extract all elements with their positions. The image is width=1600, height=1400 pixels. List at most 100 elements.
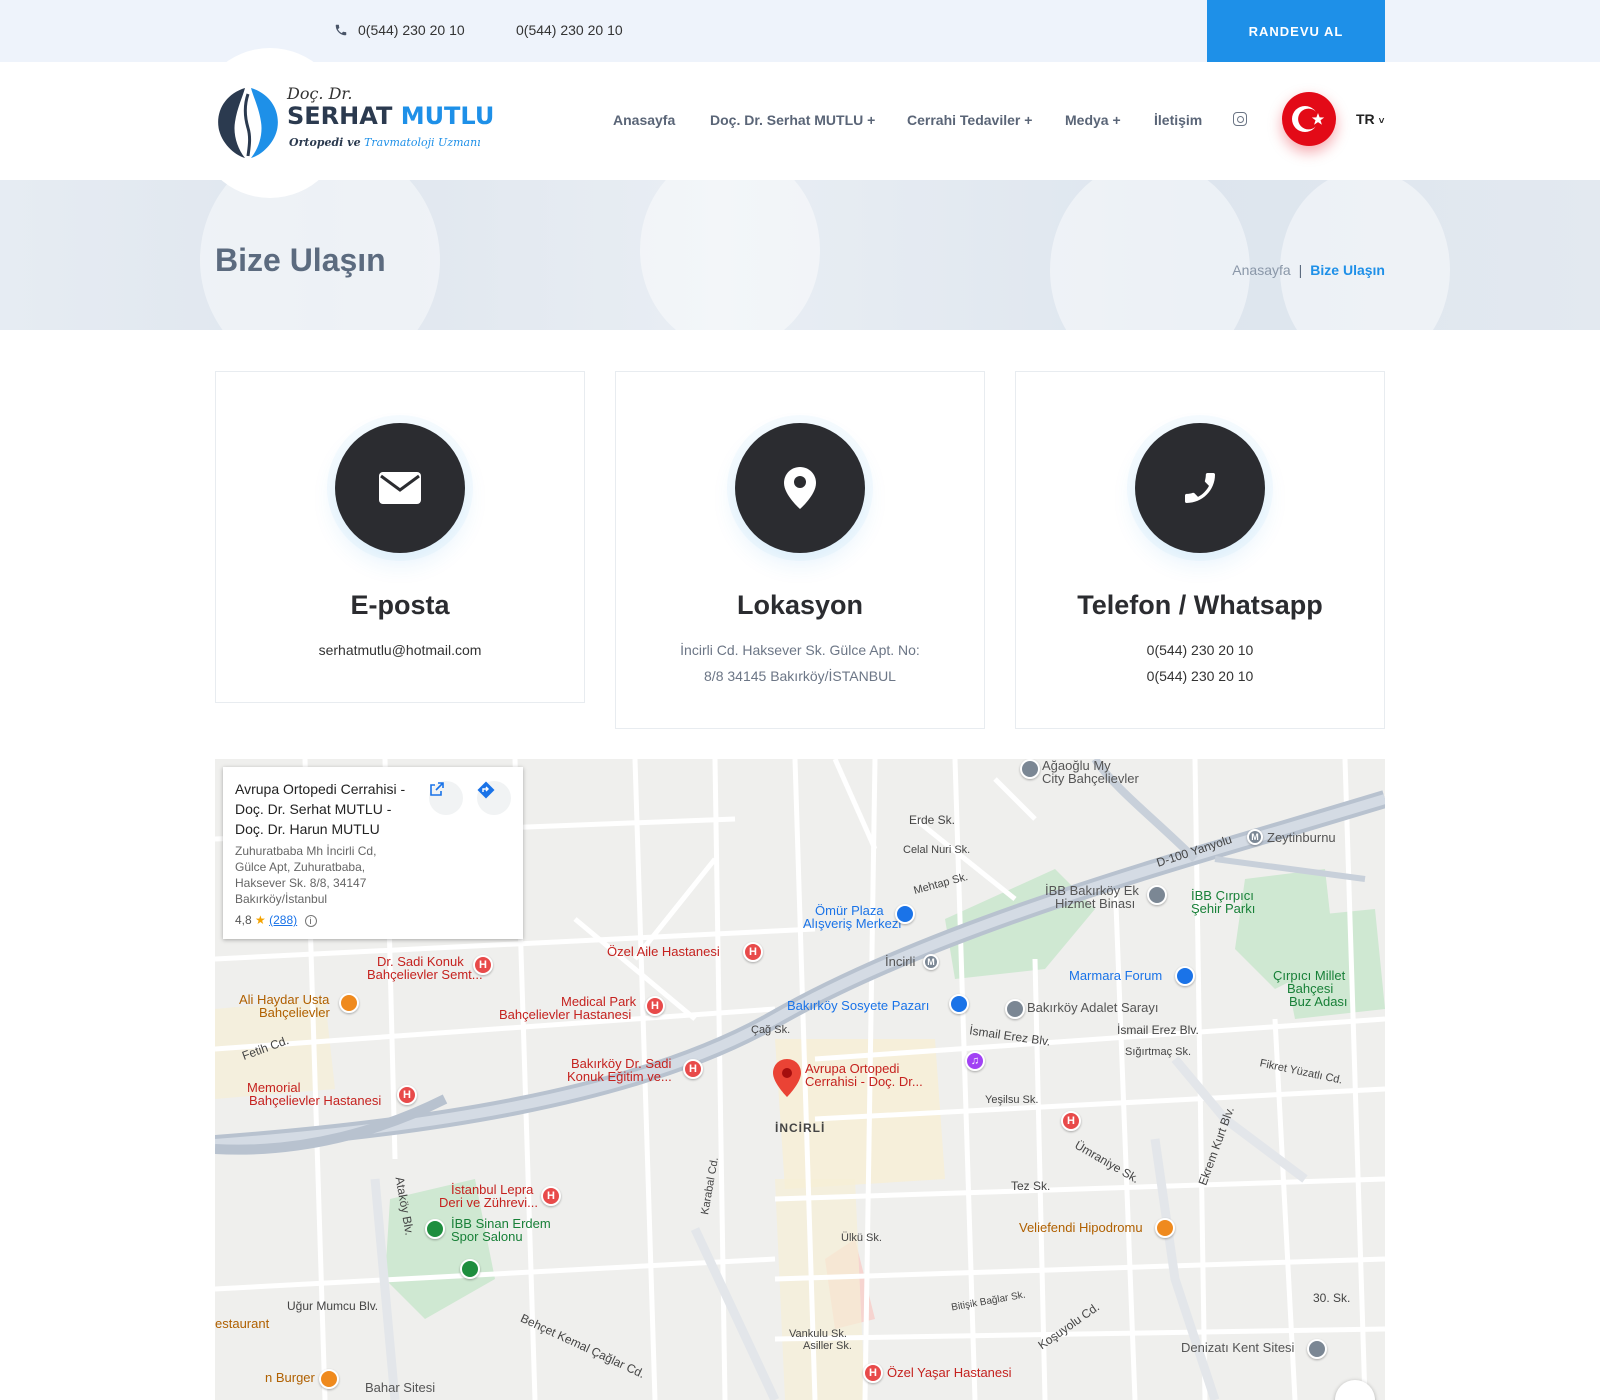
page-banner: Bize Ulaşın Anasayfa | Bize Ulaşın <box>0 180 1600 330</box>
email-address[interactable]: serhatmutlu@hotmail.com <box>216 642 584 658</box>
map-label-sadi-2: Bahçelievler Semt... <box>367 967 483 982</box>
info-icon[interactable]: i <box>304 915 317 927</box>
map-label-omur-2: Alışveriş Merkezi <box>803 916 902 931</box>
open-in-new-icon[interactable] <box>429 781 463 815</box>
location-icon-circle <box>735 423 865 553</box>
map-pin-bakirkoy-sadi[interactable]: H <box>683 1059 703 1079</box>
rating-value: 4,8 <box>235 913 252 927</box>
map-label-adalet: Bakırköy Adalet Sarayı <box>1027 1000 1159 1015</box>
map-label-soyete: Bakırköy Sosyete Pazarı <box>787 998 930 1013</box>
map-label-cirpici-2: Şehir Parkı <box>1191 901 1256 916</box>
map-pin-park[interactable] <box>460 1259 480 1279</box>
topbar-phone-1[interactable]: 0(544) 230 20 10 <box>334 22 465 38</box>
language-selector[interactable]: TR ˅ <box>1356 111 1384 127</box>
breadcrumb: Anasayfa | Bize Ulaşın <box>1232 262 1385 278</box>
phone-icon <box>335 24 347 36</box>
map-label-hipodrom: Veliefendi Hipodromu <box>1019 1220 1143 1235</box>
place-title: Avrupa Ortopedi Cerrahisi - Doç. Dr. Ser… <box>235 781 406 837</box>
map-pin-sadi-konuk[interactable]: H <box>473 955 493 975</box>
email-icon-circle <box>335 423 465 553</box>
map-label-memorial-2: Bahçelievler Hastanesi <box>249 1093 382 1108</box>
map-pin-marmara[interactable] <box>1175 966 1195 986</box>
nav-item-home[interactable]: Anasayfa <box>613 112 675 128</box>
map-pin-hospital[interactable]: H <box>1061 1111 1081 1131</box>
phone-number-1[interactable]: 0(544) 230 20 10 <box>1016 642 1384 658</box>
logo-subtitle-b: Travmatoloji Uzmanı <box>364 136 481 149</box>
breadcrumb-home[interactable]: Anasayfa <box>1232 262 1290 278</box>
map-pin-ozel-aile[interactable]: H <box>743 942 763 962</box>
map-label-bak-sadi-2: Konuk Eğitim ve... <box>567 1069 672 1084</box>
logo-subtitle: Ortopedi ve Travmatoloji Uzmanı <box>289 136 481 149</box>
map-label-ismail-erez-2: İsmail Erez Blv. <box>1117 1023 1199 1037</box>
phone-card: Telefon / Whatsapp 0(544) 230 20 10 0(54… <box>1015 371 1385 729</box>
instagram-icon[interactable] <box>1233 112 1247 126</box>
map-pin-denizati[interactable] <box>1307 1339 1327 1359</box>
map-label-marmara: Marmara Forum <box>1069 968 1163 983</box>
map-label-medpark-2: Bahçelievler Hastanesi <box>499 1007 632 1022</box>
star-icon: ★ <box>255 913 266 927</box>
map-pin-memorial[interactable]: H <box>397 1085 417 1105</box>
map-label-erde: Erde Sk. <box>909 813 956 827</box>
map-label-restaurant: estaurant <box>215 1316 270 1331</box>
envelope-icon <box>379 472 421 504</box>
topbar-phone-2[interactable]: 0(544) 230 20 10 <box>516 22 623 38</box>
appointment-button[interactable]: RANDEVU AL <box>1207 0 1385 62</box>
embedded-map[interactable]: Ağaoğlu My City Bahçelievler Erde Sk. Ce… <box>215 759 1385 1400</box>
review-count-link[interactable]: (288) <box>269 913 297 927</box>
map-label-ibb-ek-2: Hizmet Binası <box>1055 896 1136 911</box>
topbar-phone-1-text: 0(544) 230 20 10 <box>358 22 465 38</box>
map-pin-city[interactable] <box>1020 759 1040 779</box>
map-label-ozel-aile: Özel Aile Hastanesi <box>607 944 720 959</box>
chevron-down-icon: ˅ <box>1378 116 1385 127</box>
map-label-tez: Tez Sk. <box>1011 1179 1051 1193</box>
map-pin-medical-park[interactable]: H <box>645 996 665 1016</box>
map-pin-hipodrom[interactable] <box>1155 1218 1175 1238</box>
map-label-ulku: Ülkü Sk. <box>841 1232 882 1244</box>
logo-prefix: Doç. Dr. <box>287 84 353 103</box>
turkey-flag-icon[interactable] <box>1282 92 1336 146</box>
map-pin-sinan-erdem[interactable] <box>425 1219 445 1239</box>
language-code: TR <box>1356 111 1375 127</box>
map-label-ugur: Uğur Mumcu Blv. <box>287 1299 379 1313</box>
breadcrumb-current: Bize Ulaşın <box>1310 262 1385 278</box>
place-rating: 4,8 ★ (288) i <box>235 913 511 927</box>
nav-item-media[interactable]: Medya + <box>1065 112 1121 128</box>
map-pin-lepra[interactable]: H <box>541 1186 561 1206</box>
map-label-celal: Celal Nuri Sk. <box>903 844 971 856</box>
map-label-cag: Çağ Sk. <box>751 1024 791 1036</box>
map-label-zeytinburnu: Zeytinburnu <box>1267 830 1336 845</box>
location-address-line-1: İncirli Cd. Haksever Sk. Gülce Apt. No: <box>680 642 920 658</box>
map-pin-soyete[interactable] <box>949 994 969 1014</box>
nav-item-contact[interactable]: İletişim <box>1154 112 1202 128</box>
location-card-title: Lokasyon <box>736 590 864 620</box>
map-label-30sk: 30. Sk. <box>1313 1291 1351 1305</box>
breadcrumb-separator: | <box>1298 262 1303 278</box>
top-bar: 0(544) 230 20 10 0(544) 230 20 10 RANDEV… <box>0 0 1600 62</box>
map-label-sinan-2: Spor Salonu <box>451 1229 523 1244</box>
location-address-line-2: 8/8 34145 Bakırköy/İSTANBUL <box>704 668 896 684</box>
map-marker-main[interactable] <box>773 1059 801 1097</box>
map-pin-ibb-ek[interactable] <box>1147 885 1167 905</box>
map-pin-ozel-yasar[interactable]: H <box>863 1363 883 1383</box>
phone-icon-circle <box>1135 423 1265 553</box>
phone-card-title: Telefon / Whatsapp <box>1077 590 1323 620</box>
map-pin-adalet[interactable] <box>1005 999 1025 1019</box>
map-pin-burger[interactable] <box>319 1369 339 1389</box>
map-pin-omur-plaza[interactable] <box>895 904 915 924</box>
map-pin-restaurant[interactable] <box>339 993 359 1013</box>
music-icon[interactable]: ♫ <box>965 1051 985 1071</box>
map-label-bahar: Bahar Sitesi <box>365 1380 436 1395</box>
map-place-card: Avrupa Ortopedi Cerrahisi - Doç. Dr. Ser… <box>223 767 523 939</box>
nav-item-surgery[interactable]: Cerrahi Tedaviler + <box>907 112 1032 128</box>
directions-icon[interactable] <box>477 781 511 815</box>
map-label-city: City Bahçelievler <box>1042 771 1139 786</box>
metro-icon: M <box>923 954 939 970</box>
map-label-ozel-yasar: Özel Yaşar Hastanesi <box>887 1365 1012 1380</box>
map-label-asiller: Asiller Sk. <box>803 1340 852 1352</box>
phone-number-2[interactable]: 0(544) 230 20 10 <box>1016 668 1384 684</box>
metro-icon: M <box>1247 829 1263 845</box>
map-label-incirli-m: İncirli <box>885 954 916 969</box>
map-label-main-pin-2: Cerrahisi - Doç. Dr... <box>805 1074 923 1089</box>
location-card: Lokasyon İncirli Cd. Haksever Sk. Gülce … <box>615 371 985 729</box>
nav-item-doctor[interactable]: Doç. Dr. Serhat MUTLU + <box>710 112 875 128</box>
